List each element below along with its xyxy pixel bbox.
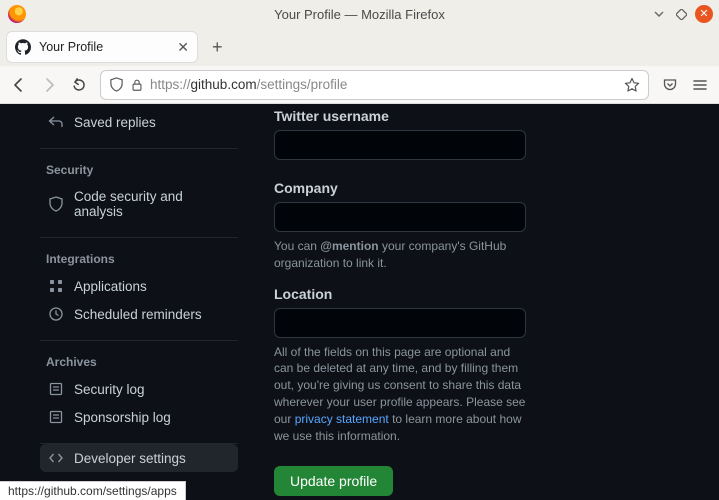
sidebar-item-scheduled-reminders[interactable]: Scheduled reminders (40, 300, 238, 328)
apps-icon (48, 278, 64, 294)
reload-button[interactable] (70, 76, 88, 94)
log-icon (48, 409, 64, 425)
page-content: Saved replies Security Code security and… (0, 104, 719, 500)
reply-icon (48, 114, 64, 130)
location-label: Location (274, 286, 695, 302)
privacy-statement-link[interactable]: privacy statement (295, 412, 389, 426)
sidebar-item-label: Scheduled reminders (74, 307, 202, 322)
sidebar-item-code-security[interactable]: Code security and analysis (40, 183, 238, 225)
lock-icon (130, 78, 144, 92)
profile-form: Twitter username Company You can @mentio… (250, 104, 719, 500)
address-bar[interactable]: https://github.com/settings/profile (100, 70, 649, 100)
maximize-button[interactable] (673, 6, 689, 22)
sidebar-item-saved-replies[interactable]: Saved replies (40, 108, 238, 136)
tab-bar: Your Profile ✕ + (0, 28, 719, 66)
tab-close-icon[interactable]: ✕ (177, 39, 189, 56)
sidebar-item-label: Developer settings (74, 451, 186, 466)
sidebar-item-sponsorship-log[interactable]: Sponsorship log (40, 403, 238, 431)
code-icon (48, 450, 64, 466)
sidebar-item-label: Saved replies (74, 115, 156, 130)
sidebar-item-applications[interactable]: Applications (40, 272, 238, 300)
os-titlebar: Your Profile — Mozilla Firefox ✕ (0, 0, 719, 28)
menu-icon[interactable] (691, 76, 709, 94)
window-title: Your Profile — Mozilla Firefox (274, 7, 445, 22)
log-icon (48, 381, 64, 397)
pocket-icon[interactable] (661, 76, 679, 94)
back-button[interactable] (10, 76, 28, 94)
settings-sidebar: Saved replies Security Code security and… (0, 104, 250, 500)
twitter-label: Twitter username (274, 108, 695, 124)
company-input[interactable] (274, 202, 526, 232)
url-toolbar: https://github.com/settings/profile (0, 66, 719, 104)
forward-button[interactable] (40, 76, 58, 94)
sidebar-item-security-log[interactable]: Security log (40, 375, 238, 403)
browser-tab[interactable]: Your Profile ✕ (6, 31, 198, 63)
bookmark-icon[interactable] (624, 77, 640, 93)
sidebar-item-label: Sponsorship log (74, 410, 171, 425)
tab-title: Your Profile (39, 40, 169, 54)
sidebar-section-integrations: Integrations (46, 252, 238, 266)
shield-icon (109, 77, 124, 92)
sidebar-item-label: Code security and analysis (74, 189, 230, 219)
url-text: https://github.com/settings/profile (150, 77, 347, 92)
sidebar-item-label: Security log (74, 382, 145, 397)
sidebar-item-developer-settings[interactable]: Developer settings (40, 444, 238, 472)
company-label: Company (274, 180, 695, 196)
sidebar-section-security: Security (46, 163, 238, 177)
twitter-input[interactable] (274, 130, 526, 160)
firefox-icon (8, 5, 26, 23)
shield-icon (48, 196, 64, 212)
sidebar-item-label: Applications (74, 279, 147, 294)
status-bar: https://github.com/settings/apps (0, 481, 186, 500)
company-help: You can @mention your company's GitHub o… (274, 238, 526, 272)
minimize-button[interactable] (651, 6, 667, 22)
new-tab-button[interactable]: + (212, 37, 223, 58)
github-icon (15, 39, 31, 55)
sidebar-section-archives: Archives (46, 355, 238, 369)
location-input[interactable] (274, 308, 526, 338)
close-button[interactable]: ✕ (695, 5, 713, 23)
privacy-disclaimer: All of the fields on this page are optio… (274, 344, 526, 445)
clock-icon (48, 306, 64, 322)
update-profile-button[interactable]: Update profile (274, 466, 393, 496)
